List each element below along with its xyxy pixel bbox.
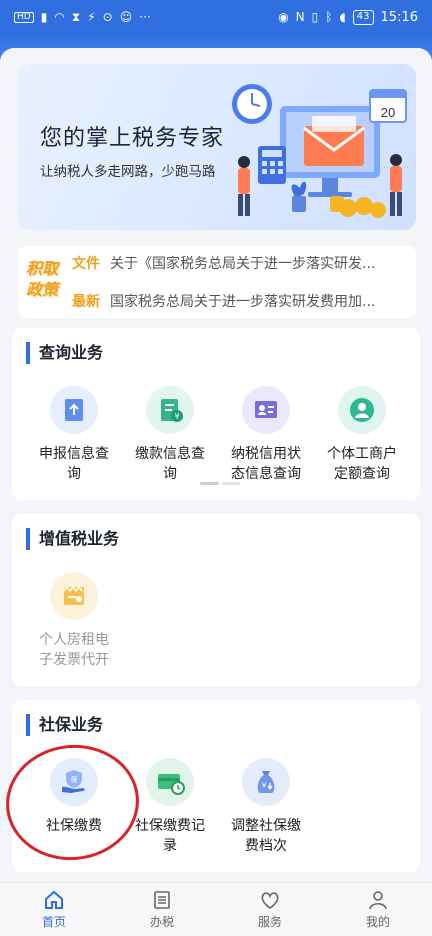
card-clock-icon [146,758,194,806]
wifi-icon: ◠ [54,10,65,24]
self-employed-quota-query-button[interactable]: 个体工商户 定额查询 [312,386,412,484]
payment-info-query-button[interactable]: ¥ 缴款信息查 询 [120,386,220,484]
svg-text:¥: ¥ [174,412,179,421]
invoice-icon [50,572,98,620]
declaration-info-query-button[interactable]: 申报信息查 询 [24,386,124,484]
signal-icon: ▮ [40,10,48,24]
status-left: HD ▮ ◠ ⧗ ⚡ ⊙ ☺ ··· [14,11,151,23]
tab-service[interactable]: 服务 [216,883,324,936]
credit-status-query-button[interactable]: 纳税信用状 态信息查询 [216,386,316,484]
adjust-contribution-level-button[interactable]: ¥ 调整社保缴 费档次 [216,758,316,856]
flash-icon: ⚡ [87,10,96,24]
id-card-icon [242,386,290,434]
svg-text:¥: ¥ [261,781,266,790]
rent-invoice-button[interactable]: 个人房租电 子发票代开 [24,572,124,670]
status-right: ◉ N ▯ ᛒ ◖ 43 15:16 [278,9,418,25]
bottom-tab-bar: 首页 办税 服务 我的 [0,882,432,936]
section-title: 增值税业务 [26,528,119,550]
banner-title: 您的掌上税务专家 [40,126,225,151]
list-doc-icon [154,891,170,909]
search-app-icon: ⊙ [102,10,113,24]
clock: 15:16 [380,9,418,25]
receipt-yen-icon: ¥ [146,386,194,434]
home-icon [45,890,63,909]
news-item[interactable]: 文件 关于《国家税务总局关于进一步落实研发... [72,252,408,274]
tab-tax[interactable]: 办税 [108,883,216,936]
tab-mine[interactable]: 我的 [324,883,432,936]
battery-indicator: 43 [352,9,374,25]
hd-icon: HD [14,11,34,23]
news-tag: 文件 [72,256,100,272]
section-title: 查询业务 [26,342,103,364]
vat-section: 增值税业务 个人房租电 子发票代开 [12,514,420,686]
policy-badge: 积取 政策 [25,259,58,299]
nfc-icon: N [295,10,305,24]
query-section: 查询业务 申报信息查 询 ¥ 缴款信息查 询 纳税信用状 态信息查询 个体工商户… [12,328,420,500]
banner-subtitle: 让纳税人多走网路，少跑马路 [40,164,216,180]
vibrate-icon: ▯ [311,10,319,24]
money-bag-icon: ¥ [242,758,290,806]
policy-news[interactable]: 积取 政策 文件 关于《国家税务总局关于进一步落实研发... 最新 国家税务总局… [18,246,416,318]
mute-icon: ◖ [339,10,346,24]
tax-illustration: 20 [232,84,407,218]
person-icon [338,386,386,434]
more-icon: ··· [139,10,151,24]
news-item[interactable]: 最新 国家税务总局关于进一步落实研发费用加... [72,290,408,312]
heart-icon [261,892,279,909]
news-tag: 最新 [72,294,100,310]
status-bar: HD ▮ ◠ ⧗ ⚡ ⊙ ☺ ··· ◉ N ▯ ᛒ ◖ 43 15:16 [0,0,432,34]
bot-icon: ☺ [119,10,133,24]
hourglass-icon: ⧗ [71,10,81,24]
page-indicator [200,482,240,485]
user-icon [369,891,387,910]
calendar-day: 20 [381,105,395,120]
upload-doc-icon [50,386,98,434]
eye-icon: ◉ [278,10,289,24]
bluetooth-icon: ᛒ [325,10,333,24]
tab-home[interactable]: 首页 [0,883,108,936]
section-title: 社保业务 [26,714,103,736]
news-text: 关于《国家税务总局关于进一步落实研发... [110,256,376,272]
hero-banner[interactable]: 您的掌上税务专家 让纳税人多走网路，少跑马路 20 [18,64,416,230]
news-text: 国家税务总局关于进一步落实研发费用加... [110,294,376,310]
